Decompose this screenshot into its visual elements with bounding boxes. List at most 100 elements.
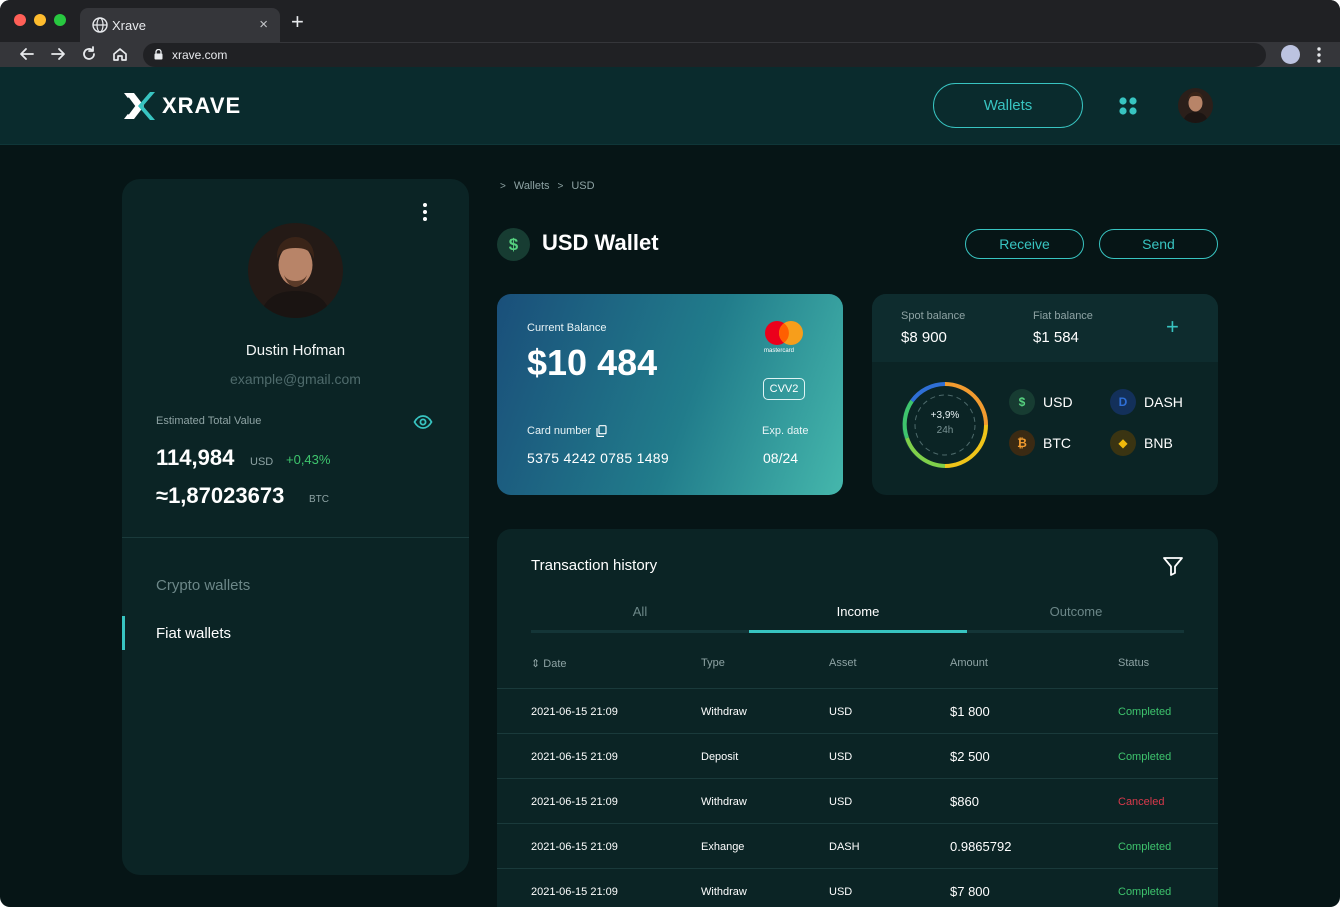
maximize-window-button[interactable] — [54, 14, 66, 26]
profile-name: Dustin Hofman — [245, 342, 346, 359]
cell-status: Completed — [1118, 706, 1172, 718]
column-header-date[interactable]: ⇕ Date — [531, 657, 567, 670]
add-balance-button[interactable]: + — [1166, 316, 1179, 338]
estimated-value-label: Estimated Total Value — [156, 415, 262, 427]
dash-coin-icon: D — [1110, 389, 1136, 415]
coin-dash[interactable]: D DASH — [1110, 389, 1183, 415]
table-row[interactable]: 2021-06-15 21:09 Exhange DASH 0.9865792 … — [497, 824, 1218, 869]
lock-icon — [154, 49, 163, 60]
exp-date-value: 08/24 — [763, 450, 799, 466]
tab-all[interactable]: All — [531, 604, 749, 619]
tab-close-button[interactable]: × — [259, 16, 268, 33]
table-row[interactable]: 2021-06-15 21:09 Withdraw USD $1 800 Com… — [497, 689, 1218, 734]
cell-type: Withdraw — [701, 796, 747, 808]
column-header-amount[interactable]: Amount — [950, 657, 988, 669]
cell-asset: USD — [829, 706, 853, 718]
coin-label: BNB — [1144, 435, 1173, 451]
apps-grid-icon[interactable] — [1118, 96, 1138, 116]
spot-balance-label: Spot balance — [901, 310, 966, 322]
transaction-history-panel: Transaction history All Income Outcome ⇕… — [497, 529, 1218, 907]
fiat-balance-label: Fiat balance — [1033, 310, 1093, 322]
tab-outcome[interactable]: Outcome — [967, 604, 1185, 619]
more-options-icon[interactable] — [420, 201, 430, 223]
coin-usd[interactable]: $ USD — [1009, 389, 1073, 415]
change-percent: +3,9% — [930, 410, 960, 421]
globe-icon — [92, 17, 108, 33]
btc-currency: BTC — [309, 494, 329, 505]
coin-btc[interactable]: ₿ BTC — [1009, 430, 1071, 456]
coin-label: USD — [1043, 394, 1073, 410]
active-indicator — [122, 616, 125, 650]
breadcrumb-usd[interactable]: USD — [571, 180, 594, 192]
sidebar-divider — [122, 537, 469, 538]
sidebar-item-fiat-wallets[interactable]: Fiat wallets — [156, 625, 231, 642]
close-window-button[interactable] — [14, 14, 26, 26]
logo[interactable]: XRAVE — [122, 89, 241, 123]
window-controls — [14, 14, 66, 26]
balances-summary: Spot balance $8 900 Fiat balance $1 584 … — [872, 294, 1218, 362]
browser-window: Xrave × + xrave.com XRAVE Wallets Dustin… — [0, 0, 1340, 907]
browser-tab-strip: Xrave × + — [0, 0, 1340, 42]
tab-income[interactable]: Income — [749, 604, 967, 619]
sort-icon: ⇕ — [531, 658, 541, 670]
table-row[interactable]: 2021-06-15 21:09 Withdraw USD $7 800 Com… — [497, 869, 1218, 907]
chevron-right-icon: > — [557, 180, 564, 192]
receive-button[interactable]: Receive — [965, 229, 1084, 259]
cvv-button[interactable]: CVV2 — [763, 378, 805, 400]
column-label: Date — [543, 658, 567, 670]
cell-asset: USD — [829, 886, 853, 898]
cell-status: Completed — [1118, 886, 1172, 898]
forward-arrow-icon[interactable] — [49, 45, 67, 63]
profile-avatar — [248, 223, 343, 318]
browser-menu-icon[interactable] — [1314, 46, 1324, 64]
logo-text: XRAVE — [162, 93, 242, 118]
column-header-status[interactable]: Status — [1118, 657, 1149, 669]
user-avatar[interactable] — [1178, 88, 1213, 123]
transaction-tabs: All Income Outcome — [531, 602, 1184, 634]
back-arrow-icon[interactable] — [18, 45, 36, 63]
table-row[interactable]: 2021-06-15 21:09 Deposit USD $2 500 Comp… — [497, 734, 1218, 779]
cell-date: 2021-06-15 21:09 — [531, 706, 618, 718]
send-button[interactable]: Send — [1099, 229, 1218, 259]
home-icon[interactable] — [111, 45, 129, 63]
coin-bnb[interactable]: ◆ BNB — [1110, 430, 1173, 456]
cell-asset: DASH — [829, 841, 860, 853]
bitcoin-coin-icon: ₿ — [1009, 430, 1035, 456]
tab-active-indicator — [749, 630, 967, 633]
table-row[interactable]: 2021-06-15 21:09 Withdraw USD $860 Cance… — [497, 779, 1218, 824]
balance-card: Current Balance $10 484 mastercard CVV2 … — [497, 294, 843, 495]
total-value: 114,984 — [156, 445, 235, 470]
cell-amount: $7 800 — [950, 884, 990, 899]
current-balance: $10 484 — [527, 342, 658, 383]
column-header-asset[interactable]: Asset — [829, 657, 857, 669]
transaction-history-title: Transaction history — [531, 557, 658, 574]
browser-tab[interactable]: Xrave × — [80, 8, 280, 42]
browser-toolbar: xrave.com — [0, 42, 1340, 67]
eye-icon[interactable] — [413, 412, 433, 432]
sidebar-item-crypto-wallets[interactable]: Crypto wallets — [156, 577, 250, 594]
address-bar[interactable]: xrave.com — [143, 43, 1266, 67]
new-tab-button[interactable]: + — [291, 11, 304, 33]
cell-date: 2021-06-15 21:09 — [531, 751, 618, 763]
copy-icon[interactable] — [596, 425, 607, 437]
minimize-window-button[interactable] — [34, 14, 46, 26]
cell-amount: 0.9865792 — [950, 839, 1012, 854]
reload-icon[interactable] — [80, 45, 98, 63]
btc-equivalent: ≈1,87023673 — [156, 483, 285, 508]
mastercard-text: mastercard — [764, 348, 795, 354]
bnb-coin-icon: ◆ — [1110, 430, 1136, 456]
page-title: USD Wallet — [542, 230, 659, 255]
dollar-icon: $ — [497, 228, 530, 261]
filter-icon[interactable] — [1162, 555, 1184, 577]
cell-amount: $1 800 — [950, 704, 990, 719]
column-header-type[interactable]: Type — [701, 657, 725, 669]
cell-amount: $860 — [950, 794, 979, 809]
cell-asset: USD — [829, 796, 853, 808]
browser-profile-avatar[interactable] — [1281, 45, 1300, 64]
cell-type: Deposit — [701, 751, 739, 763]
profile-sidebar: Dustin Hofman example@gmail.com Estimate… — [122, 179, 469, 875]
wallets-button[interactable]: Wallets — [933, 83, 1083, 128]
fiat-balance-value: $1 584 — [1033, 329, 1079, 346]
balances-panel: Spot balance $8 900 Fiat balance $1 584 … — [872, 294, 1218, 495]
breadcrumb-wallets[interactable]: Wallets — [514, 180, 550, 192]
